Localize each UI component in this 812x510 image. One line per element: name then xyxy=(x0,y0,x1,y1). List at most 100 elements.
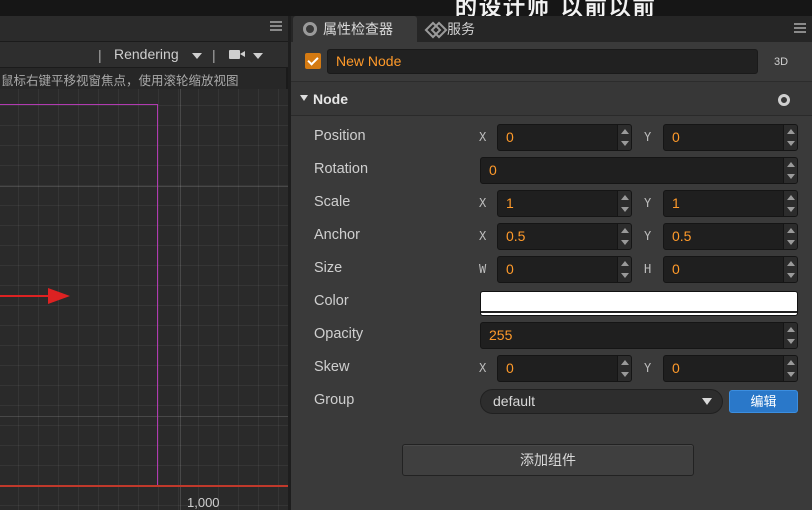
stepper-icon[interactable] xyxy=(783,191,797,216)
axis-label-h: H xyxy=(644,262,652,276)
prop-label: Skew xyxy=(314,359,350,375)
node-name-input[interactable]: New Node xyxy=(327,49,758,74)
stepper-icon[interactable] xyxy=(783,323,797,348)
field-value: 0.5 xyxy=(672,228,692,244)
size-width-input[interactable]: 0 xyxy=(497,256,632,283)
color-picker-swatch[interactable] xyxy=(480,291,798,316)
tab-services-label: 服务 xyxy=(447,21,475,37)
field-value: 0 xyxy=(506,129,514,145)
add-component-button[interactable]: 添加组件 xyxy=(402,444,694,476)
skew-y-input[interactable]: 0 xyxy=(663,355,798,382)
field-value: 1 xyxy=(672,195,680,211)
axis-label-x: X xyxy=(479,130,487,144)
tab-services[interactable]: 服务 xyxy=(417,16,517,42)
position-x-input[interactable]: 0 xyxy=(497,124,632,151)
position-y-input[interactable]: 0 xyxy=(663,124,798,151)
group-select[interactable]: default xyxy=(480,389,723,414)
prop-color: Color xyxy=(291,287,812,319)
prop-scale: Scale X 1 Y 1 xyxy=(291,188,812,220)
axis-label-y: Y xyxy=(644,229,652,243)
stepper-icon[interactable] xyxy=(617,257,631,282)
tab-inspector-label: 属性检查器 xyxy=(323,21,393,37)
rotation-input[interactable]: 0 xyxy=(480,157,798,184)
field-value: 0 xyxy=(672,360,680,376)
edit-group-button[interactable]: 编辑 xyxy=(729,390,798,413)
stepper-icon[interactable] xyxy=(617,356,631,381)
prop-label: Anchor xyxy=(314,227,360,243)
stepper-icon[interactable] xyxy=(783,125,797,150)
scene-hint-text: 鼠标右键平移视窗焦点，使用滚轮缩放视图 xyxy=(1,74,239,88)
prop-skew: Skew X 0 Y 0 xyxy=(291,353,812,385)
gear-icon xyxy=(303,22,317,36)
stepper-icon[interactable] xyxy=(617,224,631,249)
prop-anchor: Anchor X 0.5 Y 0.5 xyxy=(291,221,812,253)
move-gizmo-x[interactable] xyxy=(0,295,52,297)
field-value: 0 xyxy=(489,162,497,178)
stepper-icon[interactable] xyxy=(617,125,631,150)
rendering-dropdown[interactable]: Rendering xyxy=(114,46,179,62)
field-value: 0.5 xyxy=(506,228,526,244)
scene-viewport[interactable]: 1,000 xyxy=(0,89,288,510)
camera-icon[interactable] xyxy=(229,50,245,59)
toolbar-separator: | xyxy=(212,47,216,63)
prop-label: Rotation xyxy=(314,161,369,177)
panel-menu-icon[interactable] xyxy=(794,23,806,33)
x-axis-line xyxy=(0,485,288,487)
field-value: 0 xyxy=(506,261,514,277)
watermark-logo: 的设计师 以前以前 xyxy=(455,0,785,16)
opacity-input[interactable]: 255 xyxy=(480,322,798,349)
field-value: 0 xyxy=(506,360,514,376)
axis-label-y: Y xyxy=(644,130,652,144)
chevron-down-icon[interactable] xyxy=(253,53,263,59)
stepper-icon[interactable] xyxy=(783,257,797,282)
settings-icon[interactable] xyxy=(778,94,790,106)
caret-down-icon[interactable] xyxy=(300,95,308,101)
node-active-checkbox[interactable] xyxy=(305,53,321,69)
scene-panel: | Rendering | 鼠标右键平移视窗焦点，使用滚轮缩放视图 1,000 xyxy=(0,16,288,510)
scale-y-input[interactable]: 1 xyxy=(663,190,798,217)
panel-menu-icon[interactable] xyxy=(270,21,282,31)
field-value: 0 xyxy=(672,261,680,277)
anchor-y-input[interactable]: 0.5 xyxy=(663,223,798,250)
prop-opacity: Opacity 255 xyxy=(291,320,812,352)
anchor-x-input[interactable]: 0.5 xyxy=(497,223,632,250)
link-icon xyxy=(427,22,441,36)
inspector-panel: 属性检查器 服务 New Node 3D Node Position X 0 Y… xyxy=(291,16,812,510)
stepper-icon[interactable] xyxy=(783,356,797,381)
top-banner: 的设计师 以前以前 xyxy=(0,0,812,16)
toolbar-separator: | xyxy=(98,47,102,63)
field-value: 0 xyxy=(672,129,680,145)
tab-inspector[interactable]: 属性检查器 xyxy=(293,16,417,42)
node-properties: Position X 0 Y 0 Rotation 0 Scale X 1 Y … xyxy=(291,116,812,416)
node-section-header[interactable]: Node xyxy=(291,82,812,116)
prop-label: Group xyxy=(314,392,355,408)
chevron-down-icon[interactable] xyxy=(192,53,202,59)
prop-label: Color xyxy=(314,293,349,309)
stepper-icon[interactable] xyxy=(783,224,797,249)
prop-label: Scale xyxy=(314,194,351,210)
axis-label-y: Y xyxy=(644,361,652,375)
prop-label: Position xyxy=(314,128,366,144)
skew-x-input[interactable]: 0 xyxy=(497,355,632,382)
stepper-icon[interactable] xyxy=(783,158,797,183)
editor-window: 的设计师 以前以前 | Rendering | 鼠标右键平移视窗焦点，使用滚轮缩… xyxy=(0,0,812,510)
field-value: 255 xyxy=(489,327,513,343)
chevron-down-icon xyxy=(702,398,712,405)
inspector-tabbar: 属性检查器 服务 xyxy=(291,16,812,42)
watermark-text: 的设计师 以前以前 xyxy=(455,0,657,16)
prop-size: Size W 0 H 0 xyxy=(291,254,812,286)
axis-label-x: X xyxy=(479,229,487,243)
axis-label-y: Y xyxy=(644,196,652,210)
scale-x-input[interactable]: 1 xyxy=(497,190,632,217)
size-height-input[interactable]: 0 xyxy=(663,256,798,283)
grid-line xyxy=(180,89,181,510)
mode-3d-toggle[interactable]: 3D xyxy=(774,56,788,68)
scene-tabbar xyxy=(0,16,288,42)
select-value: default xyxy=(493,393,536,409)
prop-label: Size xyxy=(314,260,343,276)
axis-label-x: X xyxy=(479,361,487,375)
node-header: New Node 3D xyxy=(291,42,812,82)
arrow-right-icon[interactable] xyxy=(48,288,70,304)
axis-coordinate-label: 1,000 xyxy=(187,495,220,510)
stepper-icon[interactable] xyxy=(617,191,631,216)
